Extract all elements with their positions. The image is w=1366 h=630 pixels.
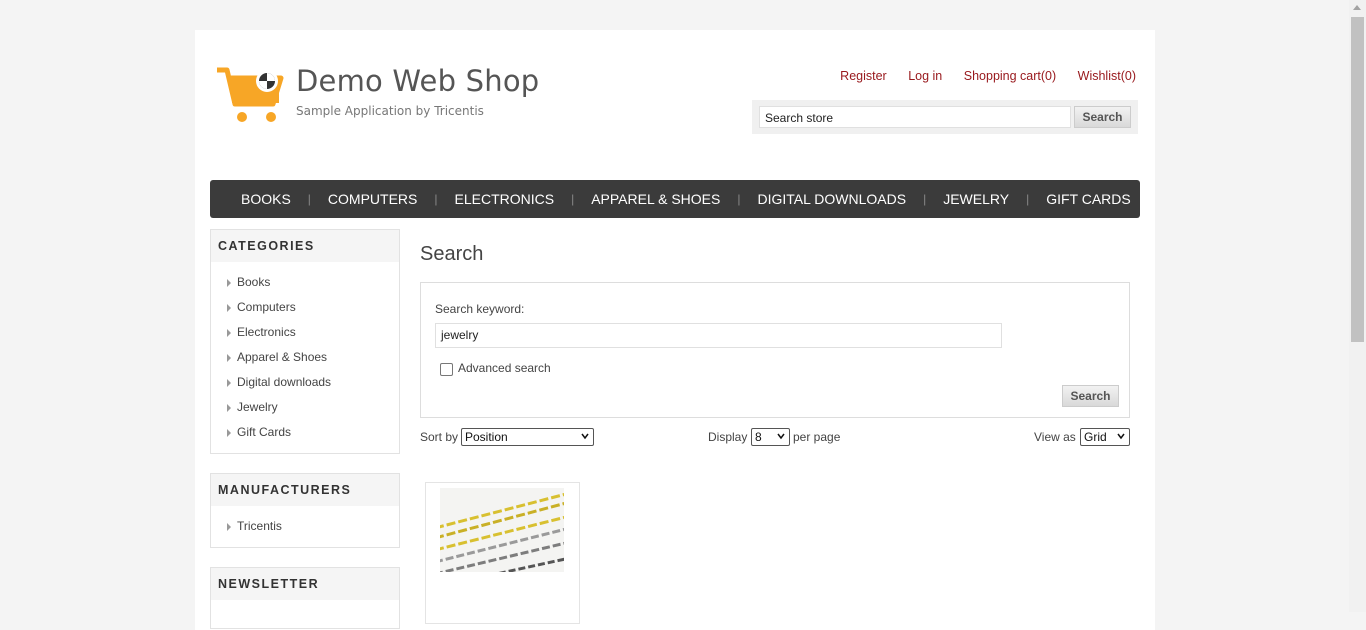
category-item-digital-downloads[interactable]: Digital downloads [227,370,399,395]
categories-block: CATEGORIES Books Computers Electronics A… [210,229,400,454]
manufacturers-block: MANUFACTURERS Tricentis [210,473,400,548]
display-label: Display [708,430,748,444]
search-button[interactable]: Search [1062,385,1119,407]
arrow-right-icon [227,378,231,387]
menu-item-books[interactable]: BOOKS | [224,191,311,207]
arrow-right-icon [227,278,231,287]
scroll-up-icon[interactable] [1353,5,1361,10]
newsletter-block: NEWSLETTER [210,567,400,629]
chevron-down-icon [581,433,589,440]
product-image[interactable] [440,488,564,572]
category-item-computers[interactable]: Computers [227,295,399,320]
category-item-jewelry[interactable]: Jewelry [227,395,399,420]
top-menu: BOOKS | COMPUTERS | ELECTRONICS | APPAREL &… [210,180,1140,218]
sort-select[interactable]: Position [461,428,594,446]
store-search-button[interactable]: Search [1074,106,1131,128]
newsletter-title: NEWSLETTER [211,568,399,600]
site-title[interactable]: Demo Web Shop [296,64,539,98]
view-label: View as [1034,430,1076,444]
chain-image [440,488,564,572]
arrow-right-icon [227,522,231,531]
category-item-electronics[interactable]: Electronics [227,320,399,345]
menu-item-gift-cards[interactable]: GIFT CARDS [1029,191,1148,207]
search-panel: Search keyword: jewelry Advanced search … [420,282,1130,418]
manufacturers-title: MANUFACTURERS [211,474,399,506]
header-links: Register Log in Shopping cart(0) Wishlis… [822,69,1136,83]
per-page-label: per page [793,430,841,444]
advanced-search-checkbox[interactable] [440,363,453,376]
category-item-books[interactable]: Books [227,270,399,295]
view-select[interactable]: Grid [1080,428,1130,446]
product-item [425,482,580,624]
arrow-right-icon [227,328,231,337]
store-search-input[interactable]: Search store [759,106,1071,128]
site-subtitle: Sample Application by Tricentis [296,104,484,118]
scrollbar-thumb[interactable] [1351,17,1364,342]
menu-item-electronics[interactable]: ELECTRONICS | [438,191,575,207]
menu-item-jewelry[interactable]: JEWELRY | [926,191,1029,207]
page-title: Search [420,243,484,265]
advanced-search-label[interactable]: Advanced search [458,361,551,375]
menu-item-computers[interactable]: COMPUTERS | [311,191,438,207]
cart-logo-icon[interactable] [215,66,285,126]
arrow-right-icon [227,403,231,412]
display-select[interactable]: 8 [751,428,790,446]
store-search-box: Search store Search [752,100,1138,134]
category-item-apparel-shoes[interactable]: Apparel & Shoes [227,345,399,370]
manufacturer-item-tricentis[interactable]: Tricentis [227,514,399,539]
menu-item-apparel-shoes[interactable]: APPAREL & SHOES | [574,191,740,207]
keyword-label: Search keyword: [435,302,525,316]
login-link[interactable]: Log in [908,69,942,83]
sort-label: Sort by [420,430,459,444]
chevron-down-icon [777,433,785,440]
chevron-down-icon [1117,433,1125,440]
category-item-gift-cards[interactable]: Gift Cards [227,420,399,445]
arrow-right-icon [227,353,231,362]
page-container: Demo Web Shop Sample Application by Tric… [195,30,1155,630]
arrow-right-icon [227,428,231,437]
register-link[interactable]: Register [840,69,887,83]
shopping-cart-link[interactable]: Shopping cart(0) [964,69,1056,83]
categories-title: CATEGORIES [211,230,399,262]
keyword-input[interactable]: jewelry [435,323,1002,348]
arrow-right-icon [227,303,231,312]
page-scrollbar[interactable] [1349,0,1366,612]
wishlist-link[interactable]: Wishlist(0) [1078,69,1136,83]
menu-item-digital-downloads[interactable]: DIGITAL DOWNLOADS | [741,191,927,207]
